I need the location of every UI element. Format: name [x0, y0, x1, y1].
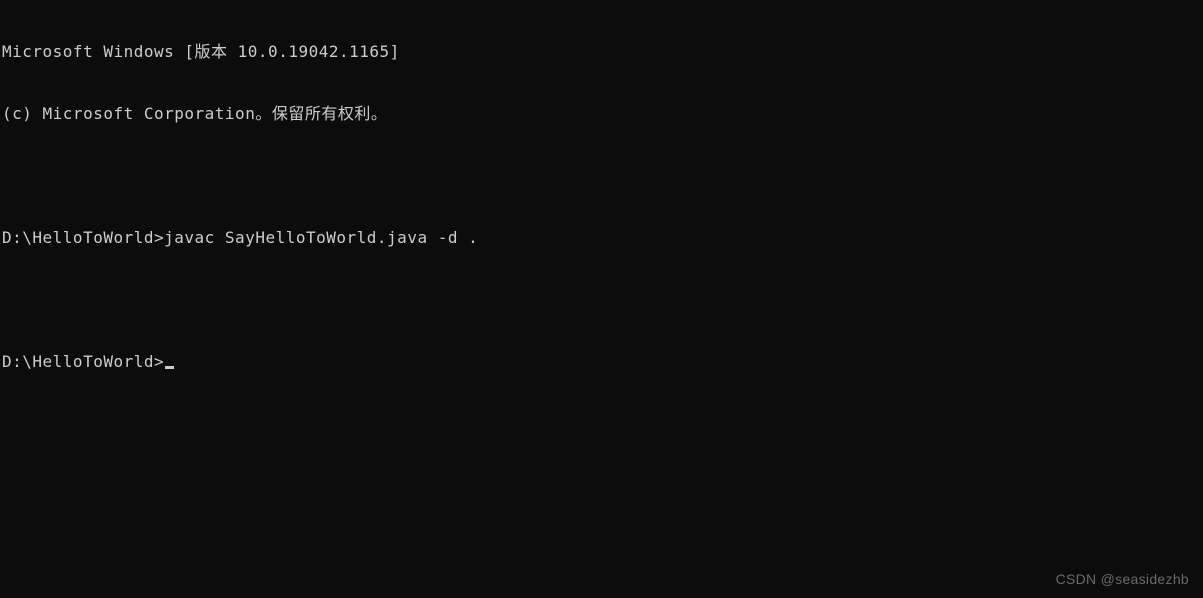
watermark-text: CSDN @seasidezhb — [1056, 570, 1189, 588]
command-line-2[interactable]: D:\HelloToWorld> — [2, 352, 1201, 373]
prompt-path: D:\HelloToWorld> — [2, 228, 164, 249]
blank-line — [2, 166, 1201, 186]
header-copyright-line: (c) Microsoft Corporation。保留所有权利。 — [2, 104, 1201, 125]
header-version-line: Microsoft Windows [版本 10.0.19042.1165] — [2, 42, 1201, 63]
terminal-output[interactable]: Microsoft Windows [版本 10.0.19042.1165] (… — [0, 0, 1203, 394]
prompt-path: D:\HelloToWorld> — [2, 352, 164, 373]
command-text: javac SayHelloToWorld.java -d . — [164, 228, 478, 249]
cursor-icon — [165, 366, 174, 369]
blank-line — [2, 290, 1201, 310]
command-line-1: D:\HelloToWorld>javac SayHelloToWorld.ja… — [2, 228, 1201, 249]
